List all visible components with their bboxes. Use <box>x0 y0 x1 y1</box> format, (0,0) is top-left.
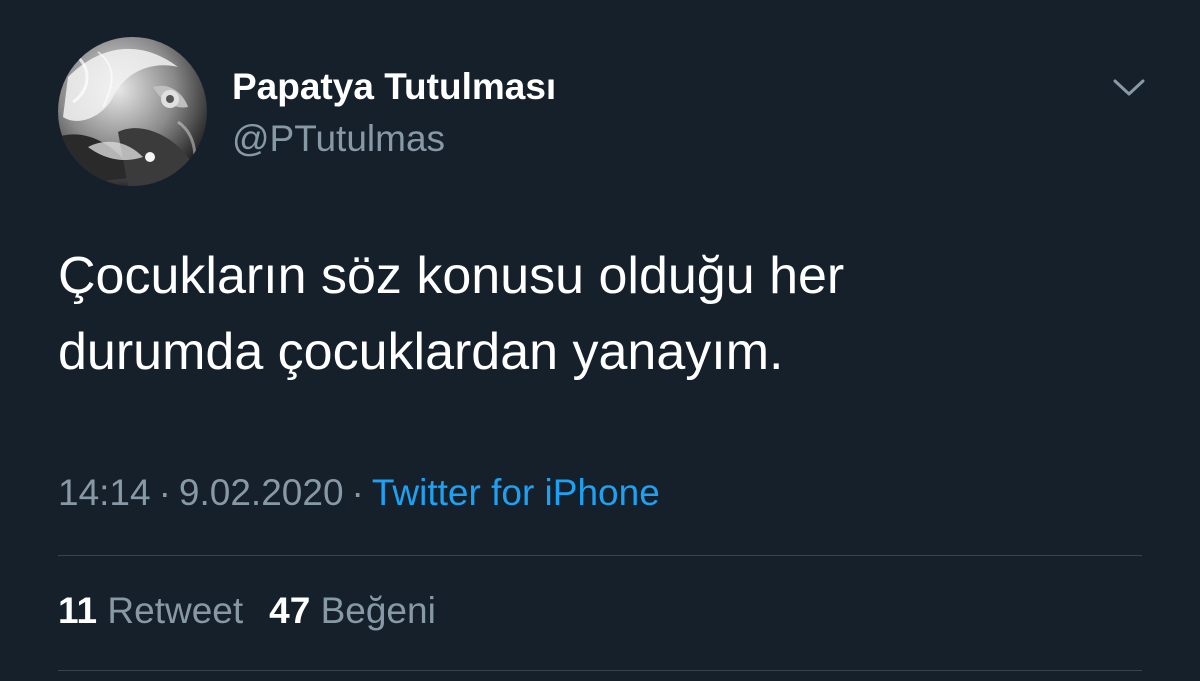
retweets-label: Retweet <box>107 590 244 631</box>
author-handle[interactable]: @PTutulmas <box>232 118 445 160</box>
tweet-text: Çocukların söz konusu olduğu her durumda… <box>58 238 1148 390</box>
tweet-source-link[interactable]: Twitter for iPhone <box>372 472 660 513</box>
retweets-stat[interactable]: 11 Retweet <box>58 590 243 631</box>
meta-separator: · <box>351 472 364 513</box>
likes-count: 47 <box>269 590 311 631</box>
likes-label: Beğeni <box>320 590 436 631</box>
tweet-time[interactable]: 14:14 <box>58 472 151 513</box>
tweet-meta: 14:14 · 9.02.2020 · Twitter for iPhone <box>58 472 660 514</box>
chevron-down-icon <box>1113 79 1145 96</box>
author-display-name[interactable]: Papatya Tutulması <box>232 66 556 108</box>
divider <box>58 670 1142 671</box>
tweet-date[interactable]: 9.02.2020 <box>179 472 344 513</box>
tweet-text-line: Çocukların söz konusu olduğu her <box>58 247 845 305</box>
avatar[interactable] <box>58 37 207 186</box>
likes-stat[interactable]: 47 Beğeni <box>269 590 436 631</box>
avatar-image <box>58 37 207 186</box>
divider <box>58 555 1142 556</box>
tweet-text-line: durumda çocuklardan yanayım. <box>58 323 784 381</box>
tweet-stats: 11 Retweet 47 Beğeni <box>58 590 436 632</box>
retweets-count: 11 <box>58 590 98 631</box>
meta-separator: · <box>158 472 171 513</box>
tweet-menu-button[interactable] <box>1110 72 1148 102</box>
